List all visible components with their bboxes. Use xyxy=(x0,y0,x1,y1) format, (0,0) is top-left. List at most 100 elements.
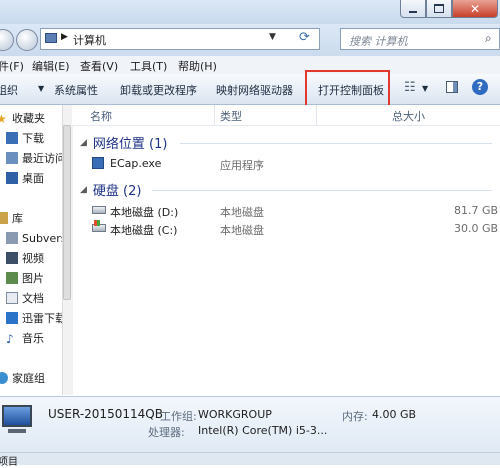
minimize-button[interactable] xyxy=(400,0,426,18)
star-icon: ★ xyxy=(0,112,7,126)
view-options-icon[interactable]: ☷ xyxy=(404,80,416,95)
thunder-download-icon xyxy=(6,312,18,324)
nav-thunder[interactable]: 迅雷下载 xyxy=(6,309,62,327)
organize-button[interactable]: 组织 xyxy=(0,82,18,98)
status-text: 项目 xyxy=(0,457,18,468)
nav-libraries-label: 库 xyxy=(12,212,23,225)
recent-places-icon xyxy=(6,152,18,164)
desktop-icon xyxy=(6,172,18,184)
menu-view[interactable]: 查看(V) xyxy=(80,58,118,74)
application-icon xyxy=(92,157,104,169)
column-type[interactable]: 类型 xyxy=(220,108,242,124)
help-icon[interactable]: ? xyxy=(472,79,488,95)
list-item[interactable]: 本地磁盘 (D:) 本地磁盘 81.7 GB xyxy=(92,202,500,220)
maximize-button[interactable] xyxy=(426,0,452,18)
nav-homegroup-label: 家庭组 xyxy=(12,372,45,385)
computer-icon xyxy=(45,33,57,43)
nav-subversion[interactable]: Subvers xyxy=(6,229,62,247)
library-icon xyxy=(0,212,8,224)
group-divider xyxy=(180,143,492,144)
homegroup-icon xyxy=(0,372,8,384)
list-item[interactable]: 本地磁盘 (C:) 本地磁盘 30.0 GB xyxy=(92,220,500,238)
forward-button[interactable] xyxy=(16,29,38,51)
address-bar[interactable]: ▶ 计算机 ▼ ⟳ xyxy=(40,28,320,50)
memory-label: 内存: xyxy=(342,410,368,423)
item-name: ECap.exe xyxy=(110,157,162,170)
group-disks-label: 硬盘 (2) xyxy=(92,184,142,199)
nav-homegroup[interactable]: 家庭组 xyxy=(0,369,45,387)
column-total-size[interactable]: 总大小 xyxy=(392,108,425,124)
collapse-arrow-icon: ◢ xyxy=(80,184,87,195)
navigation-pane: ★ 收藏夹 下载 最近访问 桌面 库 Subvers 视频 图片 文档 迅雷下载… xyxy=(0,105,62,395)
preview-pane-icon[interactable] xyxy=(446,81,458,93)
picture-icon xyxy=(6,272,18,284)
column-separator[interactable] xyxy=(214,105,215,125)
chevron-right-icon: ▶ xyxy=(61,32,68,42)
nav-recent-label: 最近访问 xyxy=(22,152,62,165)
menu-edit[interactable]: 编辑(E) xyxy=(32,58,70,74)
map-network-drive-button[interactable]: 映射网络驱动器 xyxy=(216,82,293,98)
workgroup-value: WORKGROUP xyxy=(198,408,272,421)
computer-icon xyxy=(2,405,32,427)
nav-favorites-label: 收藏夹 xyxy=(12,112,45,125)
drive-icon xyxy=(92,206,106,214)
address-path: 计算机 xyxy=(73,34,106,47)
nav-videos[interactable]: 视频 xyxy=(6,249,44,267)
collapse-arrow-icon: ◢ xyxy=(80,137,87,148)
view-dropdown-icon[interactable]: ▼ xyxy=(422,84,428,93)
address-dropdown-icon[interactable]: ▼ xyxy=(269,32,276,42)
close-button[interactable]: ✕ xyxy=(452,0,498,18)
nav-downloads[interactable]: 下载 xyxy=(6,129,44,147)
item-size: 30.0 GB xyxy=(454,222,499,235)
subversion-icon xyxy=(6,232,18,244)
system-properties-button[interactable]: 系统属性 xyxy=(54,82,98,98)
group-network-label: 网络位置 (1) xyxy=(92,137,168,152)
nav-pictures[interactable]: 图片 xyxy=(6,269,44,287)
menu-file[interactable]: 件(F) xyxy=(0,58,24,74)
memory-value: 4.00 GB xyxy=(372,408,417,421)
status-bar: 项目 xyxy=(0,452,500,468)
column-name[interactable]: 名称 xyxy=(90,108,112,124)
download-folder-icon xyxy=(6,132,18,144)
nav-music-label: 音乐 xyxy=(22,332,44,345)
organize-dropdown-icon: ▼ xyxy=(38,84,45,93)
nav-downloads-label: 下载 xyxy=(22,132,44,145)
group-hard-disks[interactable]: ◢ 硬盘 (2) xyxy=(80,180,141,199)
minimize-icon xyxy=(409,10,417,13)
search-icon: ⌕ xyxy=(485,31,492,45)
nav-thunder-label: 迅雷下载 xyxy=(22,312,62,325)
nav-documents[interactable]: 文档 xyxy=(6,289,44,307)
nav-scrollbar-thumb[interactable] xyxy=(63,125,71,300)
uninstall-program-button[interactable]: 卸载或更改程序 xyxy=(120,82,197,98)
video-icon xyxy=(6,252,18,264)
computer-name: USER-20150114QB xyxy=(48,407,163,421)
item-name: 本地磁盘 (C:) xyxy=(110,224,178,237)
computer-stand-icon xyxy=(8,429,26,433)
item-name: 本地磁盘 (D:) xyxy=(110,206,179,219)
item-type: 应用程序 xyxy=(220,159,264,172)
search-input[interactable]: 搜索 计算机 ⌕ xyxy=(340,28,500,50)
workgroup-label: 工作组: xyxy=(160,410,197,423)
nav-music[interactable]: ♪ 音乐 xyxy=(6,329,44,347)
menu-help[interactable]: 帮助(H) xyxy=(178,58,217,74)
cpu-value: Intel(R) Core(TM) i5-3... xyxy=(198,424,328,437)
list-item[interactable]: ECap.exe 应用程序 xyxy=(92,155,500,173)
title-bar: ✕ xyxy=(0,0,500,24)
nav-desktop[interactable]: 桌面 xyxy=(6,169,44,187)
highlight-box xyxy=(305,70,390,109)
back-button[interactable] xyxy=(0,29,14,51)
cpu-label: 处理器: xyxy=(148,426,185,439)
refresh-icon[interactable]: ⟳ xyxy=(299,30,310,45)
group-network-locations[interactable]: ◢ 网络位置 (1) xyxy=(80,133,167,152)
nav-pictures-label: 图片 xyxy=(22,272,44,285)
menu-tools[interactable]: 工具(T) xyxy=(130,58,167,74)
nav-libraries[interactable]: 库 xyxy=(0,209,23,227)
command-bar: 组织 ▼ 系统属性 卸载或更改程序 映射网络驱动器 打开控制面板 ☷ ▼ ? xyxy=(0,74,500,105)
column-separator[interactable] xyxy=(316,105,317,125)
nav-recent[interactable]: 最近访问 xyxy=(6,149,62,167)
nav-videos-label: 视频 xyxy=(22,252,44,265)
item-size: 81.7 GB xyxy=(454,204,499,217)
details-pane: USER-20150114QB 工作组: WORKGROUP 内存: 4.00 … xyxy=(0,396,500,453)
nav-favorites[interactable]: ★ 收藏夹 xyxy=(0,109,45,127)
group-divider xyxy=(152,190,492,191)
